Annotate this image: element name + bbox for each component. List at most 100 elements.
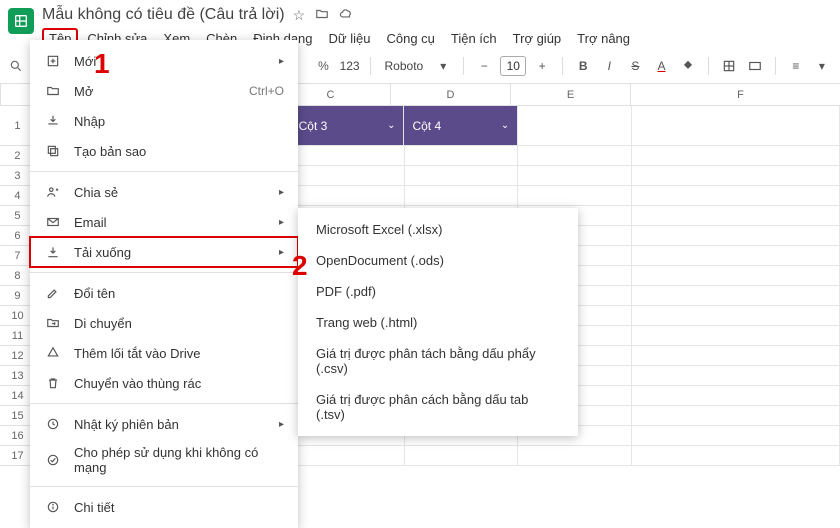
borders-icon[interactable]: [719, 55, 739, 77]
menu-new[interactable]: Mới▸: [30, 46, 298, 76]
cell[interactable]: [518, 146, 632, 166]
menu-data[interactable]: Dữ liệu: [322, 28, 378, 49]
drive-shortcut-icon: [44, 344, 62, 362]
cell[interactable]: [518, 166, 632, 186]
col-e[interactable]: E: [511, 84, 631, 105]
separator: [30, 403, 298, 404]
download-ods[interactable]: OpenDocument (.ods): [298, 245, 578, 276]
download-tsv[interactable]: Giá trị được phân cách bằng dấu tab (.ts…: [298, 384, 578, 430]
star-icon[interactable]: ☆: [293, 7, 306, 24]
cell[interactable]: [632, 346, 840, 366]
cell[interactable]: [632, 106, 840, 146]
cell[interactable]: [632, 326, 840, 346]
cell[interactable]: [632, 186, 840, 206]
download-pdf[interactable]: PDF (.pdf): [298, 276, 578, 307]
search-icon[interactable]: [8, 57, 24, 75]
menu-extra[interactable]: Trợ nâng: [570, 28, 637, 49]
header-label: Cột 3: [299, 119, 328, 133]
decrease-font-icon[interactable]: −: [474, 55, 494, 77]
cell[interactable]: [518, 186, 632, 206]
menu-make-copy[interactable]: Tạo bản sao: [30, 136, 298, 166]
menu-trash[interactable]: Chuyển vào thùng rác: [30, 368, 298, 398]
cell[interactable]: [632, 386, 840, 406]
divider: [562, 57, 563, 75]
menu-add-shortcut[interactable]: Thêm lối tắt vào Drive: [30, 338, 298, 368]
chevron-down-icon[interactable]: ⌄: [501, 120, 509, 131]
separator: [30, 486, 298, 487]
header-cell[interactable]: Cột 3 ⌄: [291, 106, 405, 146]
strikethrough-icon[interactable]: S: [625, 55, 645, 77]
cell[interactable]: [518, 106, 632, 146]
move-folder-icon[interactable]: [315, 7, 329, 24]
percent-icon[interactable]: %: [313, 55, 333, 77]
cell[interactable]: [632, 226, 840, 246]
bold-icon[interactable]: B: [573, 55, 593, 77]
menu-email[interactable]: Email▸: [30, 207, 298, 237]
menu-help[interactable]: Trợ giúp: [506, 28, 569, 49]
cloud-icon[interactable]: [339, 7, 353, 24]
share-icon: [44, 183, 62, 201]
download-xlsx[interactable]: Microsoft Excel (.xlsx): [298, 214, 578, 245]
font-size[interactable]: 10: [500, 56, 526, 76]
col-d[interactable]: D: [391, 84, 511, 105]
download-html[interactable]: Trang web (.html): [298, 307, 578, 338]
sheets-logo[interactable]: [8, 8, 34, 34]
import-icon: [44, 112, 62, 130]
cell[interactable]: [632, 406, 840, 426]
cell[interactable]: [632, 426, 840, 446]
menu-tools[interactable]: Công cụ: [379, 28, 441, 49]
cell[interactable]: [518, 446, 632, 466]
menu-offline[interactable]: Cho phép sử dụng khi không có mạng: [30, 439, 298, 481]
zoom-level[interactable]: 123: [340, 59, 360, 73]
cell[interactable]: [632, 266, 840, 286]
chevron-down-icon[interactable]: ▾: [433, 55, 453, 77]
menu-rename[interactable]: Đổi tên: [30, 278, 298, 308]
cell[interactable]: [632, 206, 840, 226]
menu-details[interactable]: Chi tiết: [30, 492, 298, 522]
submenu-arrow-icon: ▸: [279, 217, 284, 228]
italic-icon[interactable]: I: [599, 55, 619, 77]
label: Nhật ký phiên bản: [74, 417, 267, 432]
menu-move[interactable]: Di chuyển: [30, 308, 298, 338]
cell[interactable]: [632, 166, 840, 186]
header-cell[interactable]: Cột 4⌄: [404, 106, 518, 146]
label: Di chuyển: [74, 316, 284, 331]
fill-color-icon[interactable]: [678, 55, 698, 77]
cell[interactable]: [632, 306, 840, 326]
menu-import[interactable]: Nhập: [30, 106, 298, 136]
cell[interactable]: [405, 186, 519, 206]
cell[interactable]: [632, 246, 840, 266]
cell[interactable]: [291, 446, 405, 466]
merge-icon[interactable]: [745, 55, 765, 77]
submenu-arrow-icon: ▸: [279, 56, 284, 67]
cell[interactable]: [632, 286, 840, 306]
cell[interactable]: [291, 166, 405, 186]
label: Chuyển vào thùng rác: [74, 376, 284, 391]
align-icon[interactable]: ≡: [786, 55, 806, 77]
col-f[interactable]: F: [631, 84, 840, 105]
annotation-2: 2: [292, 250, 308, 282]
file-menu-dropdown: Mới▸ MởCtrl+O Nhập Tạo bản sao Chia sẻ▸ …: [30, 40, 298, 528]
label: Tạo bản sao: [74, 144, 284, 159]
cell[interactable]: [632, 366, 840, 386]
menu-version-history[interactable]: Nhật ký phiên bản▸: [30, 409, 298, 439]
menu-extensions[interactable]: Tiện ích: [444, 28, 504, 49]
chevron-down-icon[interactable]: ▾: [812, 55, 832, 77]
menu-share[interactable]: Chia sẻ▸: [30, 177, 298, 207]
menu-download[interactable]: Tải xuống▸: [30, 237, 298, 267]
doc-title[interactable]: Mẫu không có tiêu đề (Câu trả lời): [42, 6, 285, 24]
cell[interactable]: [405, 166, 519, 186]
trash-icon: [44, 374, 62, 392]
cell[interactable]: [632, 146, 840, 166]
font-name[interactable]: Roboto: [381, 59, 428, 73]
text-color-icon[interactable]: A: [651, 55, 671, 77]
increase-font-icon[interactable]: +: [532, 55, 552, 77]
cell[interactable]: [632, 446, 840, 466]
cell[interactable]: [405, 146, 519, 166]
download-csv[interactable]: Giá trị được phân tách bằng dấu phẩy (.c…: [298, 338, 578, 384]
cell[interactable]: [291, 186, 405, 206]
menu-open[interactable]: MởCtrl+O: [30, 76, 298, 106]
cell[interactable]: [405, 446, 519, 466]
cell[interactable]: [291, 146, 405, 166]
chevron-down-icon[interactable]: ⌄: [387, 120, 395, 131]
